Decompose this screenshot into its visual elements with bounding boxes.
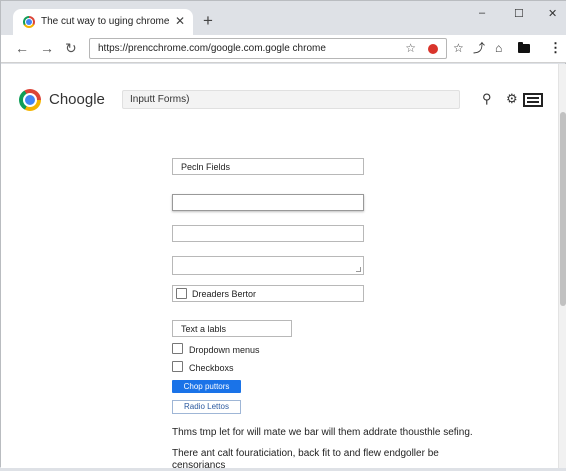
tab-title: The cut way to uging chrome [41,16,170,27]
share-icon[interactable]: ⤴ [473,41,485,55]
checkbox-field-label: Dreaders Bertor [192,289,257,299]
empty-input-2[interactable] [172,225,364,242]
checkbox-field[interactable]: Dreaders Bertor [172,285,364,302]
bookmark-star-icon[interactable]: ☆ [405,41,416,55]
chrome-favicon-icon [23,16,35,28]
layout-icon[interactable] [523,93,543,107]
window-close-button[interactable]: ✕ [548,7,557,20]
tab-active[interactable]: The cut way to uging chrome ✕ [13,9,193,35]
field-label: Pecln Fields [181,162,231,172]
home-icon[interactable]: ⌂ [495,41,502,55]
empty-input-1[interactable] [172,194,364,211]
url-text[interactable]: https://prencchrome.com/google.com.gogle… [98,43,326,54]
back-button[interactable]: ← [15,40,29,56]
reload-button[interactable]: ↻ [65,40,77,56]
scrollbar[interactable] [558,64,566,468]
tab-strip: The cut way to uging chrome ✕ + – ☐ ✕ [1,1,566,35]
page-viewport: Choogle Inputt Forms) ⚲ ⚙ Pecln Fields D… [1,64,566,471]
tab-close-icon[interactable]: ✕ [175,14,185,28]
star-icon[interactable]: ☆ [453,41,464,55]
checkboxes-label: Checkboxs [189,363,234,373]
text-labels-input[interactable]: Text a labls [172,320,292,337]
brand-name: Choogle [49,91,105,108]
dropdown-menus-checkbox[interactable] [172,343,183,354]
address-bar[interactable]: https://prencchrome.com/google.com.gogle… [89,38,447,59]
paragraph-text-2: There ant calt fouraticiation, back fit … [172,448,439,459]
chrome-logo-icon [19,89,41,111]
maximize-button[interactable]: ☐ [514,7,524,20]
key-icon[interactable]: ⚲ [482,92,492,106]
radio-button[interactable]: Radio Lettos [172,400,241,414]
checkbox[interactable] [176,288,187,299]
menu-kebab-icon[interactable]: ⋮ [549,41,562,55]
folder-icon[interactable] [518,42,530,53]
scrollbar-thumb[interactable] [560,112,566,306]
pecln-fields-input[interactable]: Pecln Fields [172,158,364,175]
paragraph-text-3: censoriancs [172,460,226,471]
new-tab-button[interactable]: + [203,12,213,29]
search-value[interactable]: Inputt Forms) [130,94,189,105]
checkboxes-checkbox[interactable] [172,361,183,372]
settings-icon[interactable]: ⚙ [506,92,518,106]
textarea-field[interactable] [172,256,364,275]
chop-button[interactable]: Chop puttors [172,380,241,393]
minimize-button[interactable]: – [479,7,485,19]
forward-button[interactable]: → [40,40,54,56]
dropdown-menus-label: Dropdown menus [189,345,260,355]
browser-window: The cut way to uging chrome ✕ + – ☐ ✕ ← … [0,0,566,471]
search-input[interactable]: Inputt Forms) [122,90,460,109]
extension-badge-icon[interactable] [428,44,438,54]
paragraph-text: Thms tmp let for will mate we bar will t… [172,427,473,438]
browser-toolbar: ← → ↻ https://prencchrome.com/google.com… [1,35,566,63]
text-labels-value: Text a labls [181,324,227,334]
